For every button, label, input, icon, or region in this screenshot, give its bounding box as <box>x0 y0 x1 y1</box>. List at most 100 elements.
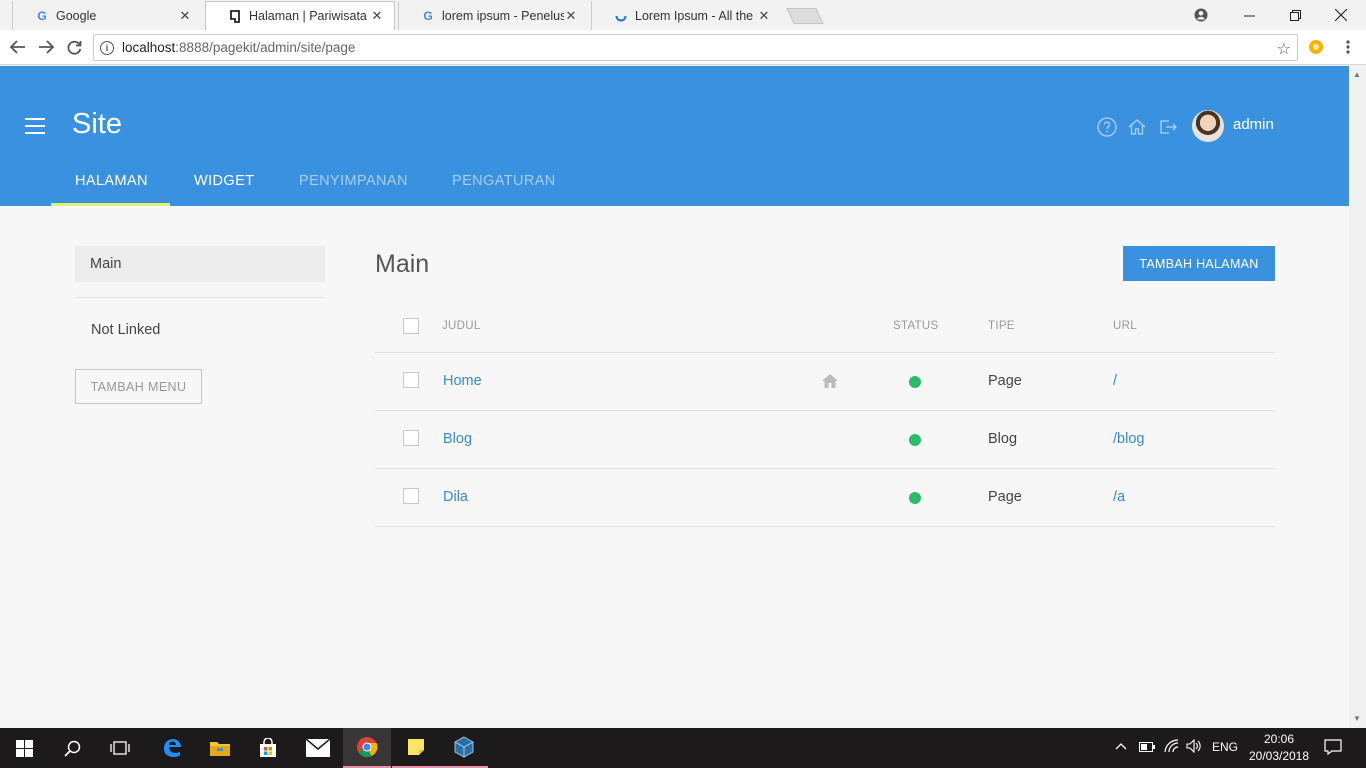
browser-menu-button[interactable] <box>1337 36 1359 58</box>
google-g-icon: G <box>37 8 47 23</box>
chevron-up-icon[interactable] <box>1115 739 1127 753</box>
column-header-url[interactable]: URL <box>1113 320 1137 332</box>
home-icon[interactable] <box>1126 116 1148 138</box>
info-icon[interactable]: i <box>100 40 114 55</box>
tab-penyimpanan[interactable]: PENYIMPANAN <box>299 173 408 189</box>
close-tab-icon[interactable]: ✕ <box>370 8 384 24</box>
status-enabled-indicator[interactable] <box>909 492 921 504</box>
menu-item-main[interactable]: Main <box>75 246 325 282</box>
clock-time: 20:06 <box>1263 732 1295 746</box>
address-bar[interactable]: i localhost:8888/pagekit/admin/site/page… <box>93 34 1298 61</box>
new-tab-button[interactable] <box>786 8 824 24</box>
extension-icon[interactable] <box>1305 36 1327 58</box>
language-indicator[interactable]: ENG <box>1212 740 1238 754</box>
arrow-left-icon <box>10 40 25 54</box>
avatar[interactable] <box>1192 110 1224 142</box>
browser-tab-google[interactable]: G Google ✕ <box>12 1 202 30</box>
vertical-scrollbar[interactable]: ▲ ▼ <box>1349 66 1366 728</box>
section-heading: Main <box>375 250 430 278</box>
store-icon[interactable] <box>244 728 292 768</box>
browser-tab-lorem-ipsum[interactable]: Lorem Ipsum - All the fac ✕ <box>591 1 781 30</box>
restore-button[interactable] <box>1272 0 1318 30</box>
task-view-icon[interactable] <box>96 728 144 768</box>
close-tab-icon[interactable]: ✕ <box>564 8 578 24</box>
clock-date: 20/03/2018 <box>1248 749 1310 763</box>
file-explorer-icon[interactable] <box>196 728 244 768</box>
divider <box>75 297 325 298</box>
page-url-link[interactable]: /blog <box>1113 431 1144 447</box>
browser-tab-lorem-search[interactable]: G lorem ipsum - Penelusuran ✕ <box>398 1 588 30</box>
windows-taskbar: ENG 20:06 20/03/2018 <box>0 728 1366 768</box>
kebab-menu-icon <box>1346 40 1350 54</box>
add-menu-button[interactable]: TAMBAH MENU <box>75 369 202 404</box>
page-title: Site <box>72 108 122 140</box>
search-icon[interactable] <box>48 728 96 768</box>
edge-icon[interactable] <box>148 728 196 768</box>
table-row: Home Page / <box>375 353 1275 411</box>
url-host: localhost <box>122 40 176 55</box>
forward-button[interactable] <box>35 36 57 58</box>
page-type: Blog <box>988 431 1018 447</box>
back-button[interactable] <box>7 36 29 58</box>
close-window-button[interactable] <box>1318 0 1364 30</box>
sticky-notes-icon[interactable] <box>392 728 440 768</box>
add-page-button[interactable]: TAMBAH HALAMAN <box>1123 246 1275 281</box>
close-tab-icon[interactable]: ✕ <box>178 8 192 24</box>
help-icon[interactable] <box>1096 116 1118 138</box>
browser-tab-halaman[interactable]: Halaman | Pariwisata ✕ <box>205 1 395 30</box>
volume-icon[interactable] <box>1186 738 1202 756</box>
mail-icon[interactable] <box>294 728 342 768</box>
scroll-down-arrow-icon[interactable]: ▼ <box>1353 714 1361 723</box>
battery-icon[interactable] <box>1139 741 1155 755</box>
tab-halaman[interactable]: HALAMAN <box>75 173 148 189</box>
notifications-icon[interactable] <box>1324 739 1342 758</box>
virtualbox-icon[interactable] <box>440 728 488 768</box>
status-enabled-indicator[interactable] <box>909 434 921 446</box>
browser-toolbar: i localhost:8888/pagekit/admin/site/page… <box>0 30 1366 65</box>
page-url-link[interactable]: / <box>1113 373 1117 389</box>
loading-spinner-icon <box>614 9 628 23</box>
page-title-link[interactable]: Home <box>443 373 482 389</box>
active-tab-indicator <box>51 203 170 206</box>
row-checkbox[interactable] <box>403 488 419 504</box>
hamburger-menu-icon[interactable] <box>25 118 45 134</box>
username[interactable]: admin <box>1233 116 1274 133</box>
page-url-link[interactable]: /a <box>1113 489 1125 505</box>
system-clock[interactable]: 20:06 20/03/2018 <box>1244 731 1314 765</box>
menu-item-not-linked[interactable]: Not Linked <box>91 322 160 338</box>
profile-icon[interactable] <box>1178 0 1224 30</box>
url-path: :8888/pagekit/admin/site/page <box>175 40 356 55</box>
tab-widget[interactable]: WIDGET <box>194 173 254 189</box>
bookmark-star-icon[interactable]: ☆ <box>1277 39 1291 59</box>
column-header-type[interactable]: TIPE <box>988 320 1015 332</box>
wifi-icon[interactable] <box>1164 739 1180 756</box>
app-header: Site admin HALAMAN WIDGET PENYIMPANAN PE… <box>0 66 1349 206</box>
windows-start-icon[interactable] <box>0 728 48 768</box>
column-header-status[interactable]: STATUS <box>893 320 938 332</box>
home-page-icon <box>821 372 839 390</box>
tab-pengaturan[interactable]: PENGATURAN <box>452 173 556 189</box>
page-title-link[interactable]: Dila <box>443 489 468 505</box>
tab-title: lorem ipsum - Penelusuran <box>442 8 564 23</box>
arrow-right-icon <box>39 40 54 54</box>
page-type: Page <box>988 373 1022 389</box>
select-all-checkbox[interactable] <box>403 318 419 334</box>
table-header: JUDUL STATUS TIPE URL <box>375 306 1275 353</box>
close-tab-icon[interactable]: ✕ <box>757 8 771 24</box>
logout-icon[interactable] <box>1157 116 1179 138</box>
minimize-button[interactable] <box>1226 0 1272 30</box>
pagekit-icon <box>228 9 242 23</box>
column-header-title[interactable]: JUDUL <box>442 320 481 332</box>
scroll-up-arrow-icon[interactable]: ▲ <box>1353 70 1361 79</box>
row-checkbox[interactable] <box>403 372 419 388</box>
page-type: Page <box>988 489 1022 505</box>
tab-title: Google <box>56 8 97 23</box>
table-row: Blog Blog /blog <box>375 411 1275 469</box>
status-enabled-indicator[interactable] <box>909 376 921 388</box>
page-title-link[interactable]: Blog <box>443 431 472 447</box>
chrome-icon[interactable] <box>343 728 391 768</box>
tab-title: Lorem Ipsum - All the fac <box>635 8 757 23</box>
reload-button[interactable] <box>63 36 85 58</box>
tab-title: Halaman | Pariwisata <box>249 9 367 23</box>
row-checkbox[interactable] <box>403 430 419 446</box>
